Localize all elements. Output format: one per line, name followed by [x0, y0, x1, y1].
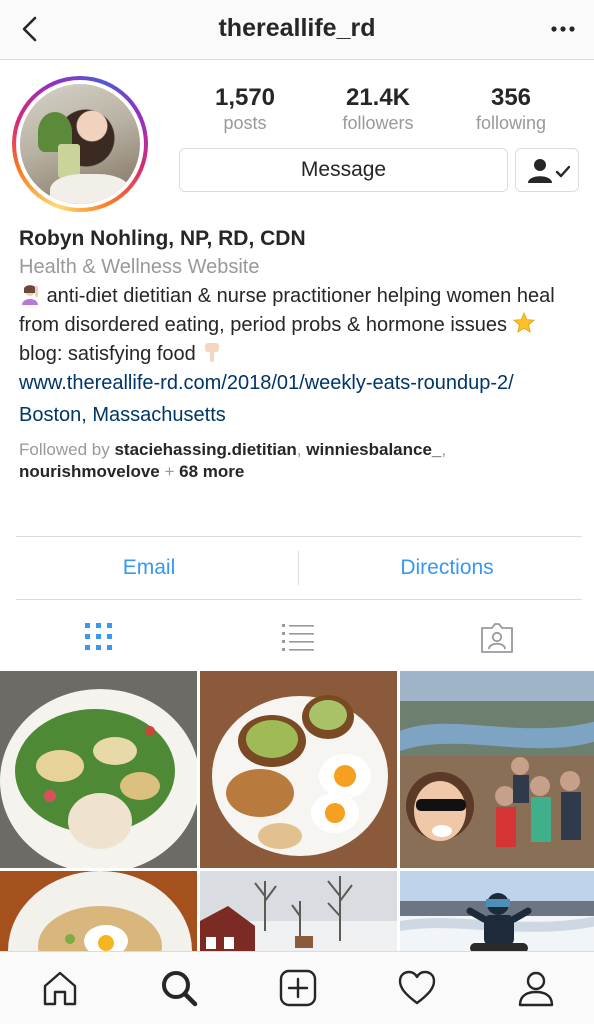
- followers-label: followers: [342, 113, 414, 133]
- bio-line-2: blog: satisfying food: [19, 343, 196, 365]
- profile-icon[interactable]: [516, 968, 556, 1008]
- photo-tile[interactable]: [400, 871, 594, 951]
- photo-tile[interactable]: [200, 871, 397, 951]
- profile-bio: Robyn Nohling, NP, RD, CDN Health & Well…: [19, 226, 579, 483]
- followed-by-more[interactable]: 68 more: [179, 462, 244, 481]
- following-value: 356: [490, 84, 532, 111]
- followed-by-prefix: Followed by: [19, 440, 110, 459]
- add-icon[interactable]: [278, 968, 318, 1008]
- profile-username: thereallife_rd: [218, 14, 376, 42]
- profile-name: Robyn Nohling, NP, RD, CDN: [19, 227, 306, 250]
- directions-button[interactable]: Directions: [299, 537, 594, 599]
- followed-by[interactable]: Followed by staciehassing.dietitian, win…: [19, 439, 579, 483]
- contact-actions: Email Directions: [16, 536, 582, 600]
- followed-by-user[interactable]: staciehassing.dietitian: [114, 440, 296, 459]
- profile-category: Health & Wellness Website: [19, 256, 260, 278]
- star-emoji-icon: [512, 312, 535, 333]
- posts-label: posts: [223, 113, 267, 133]
- message-button[interactable]: Message: [179, 148, 508, 192]
- photo-tile[interactable]: [200, 671, 397, 868]
- pointing-down-emoji-icon: [205, 343, 220, 362]
- posts-count[interactable]: 1,570 posts: [185, 84, 305, 134]
- followed-by-plus: +: [164, 462, 175, 481]
- posts-value: 1,570: [214, 84, 276, 111]
- home-icon[interactable]: [40, 968, 80, 1008]
- story-ring[interactable]: [12, 76, 148, 212]
- photo-tile[interactable]: [0, 671, 197, 868]
- photo-tile[interactable]: [400, 671, 594, 868]
- bio-line-1: anti-diet dietitian & nurse practitioner…: [19, 285, 555, 336]
- followed-by-user[interactable]: nourishmovelove: [19, 462, 160, 481]
- search-icon[interactable]: [159, 968, 199, 1008]
- followed-by-user[interactable]: winniesbalance_: [306, 440, 441, 459]
- followers-count[interactable]: 21.4K followers: [318, 84, 438, 134]
- heart-icon[interactable]: [397, 968, 437, 1008]
- bio-text: anti-diet dietitian & nurse practitioner…: [19, 282, 579, 369]
- followers-value: 21.4K: [345, 84, 411, 111]
- list-icon[interactable]: [281, 620, 315, 654]
- person-raising-hand-emoji-icon: [22, 285, 38, 305]
- profile-website-link[interactable]: www.thereallife-rd.com/2018/01/weekly-ea…: [19, 369, 579, 398]
- grid-icon[interactable]: [82, 620, 116, 654]
- avatar: [20, 84, 140, 204]
- following-label: following: [475, 113, 547, 133]
- photo-grid: [0, 671, 594, 951]
- photo-tile[interactable]: [0, 871, 197, 951]
- profile-location-link[interactable]: Boston, Massachusetts: [19, 401, 579, 430]
- email-button[interactable]: Email: [16, 537, 282, 599]
- following-count[interactable]: 356 following: [451, 84, 571, 134]
- bottom-nav: [0, 951, 594, 1024]
- profile-view-tabs: [0, 602, 594, 670]
- followed-by-separator: ,: [296, 440, 302, 459]
- ellipsis-icon[interactable]: [548, 16, 578, 42]
- top-bar: thereallife_rd: [0, 0, 594, 60]
- following-toggle-button[interactable]: [515, 148, 579, 192]
- followed-by-separator: ,: [441, 440, 447, 459]
- tagged-icon[interactable]: [480, 620, 514, 654]
- person-check-icon: [528, 159, 571, 183]
